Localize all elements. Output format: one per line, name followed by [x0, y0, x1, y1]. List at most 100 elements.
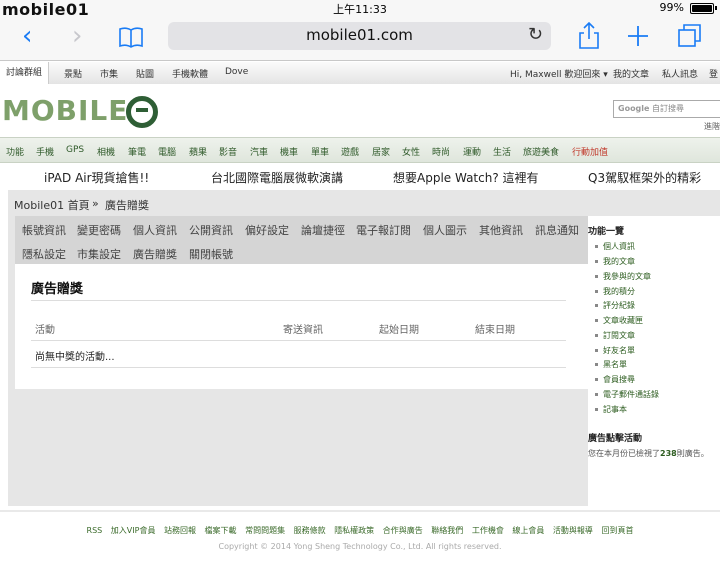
- tab-forum-shortcuts[interactable]: 論壇捷徑: [301, 222, 345, 238]
- tab-avatar[interactable]: 個人圖示: [423, 222, 467, 238]
- advanced-search-link[interactable]: 進階: [704, 121, 720, 132]
- category-item[interactable]: 手機: [36, 145, 54, 158]
- status-time: 上午11:33: [333, 3, 387, 16]
- sidebar-item[interactable]: 文章收藏匣: [595, 315, 643, 326]
- column-header-activity: 活動: [35, 325, 55, 336]
- private-messages-link[interactable]: 私人訊息: [662, 67, 698, 80]
- tab-privacy[interactable]: 隱私設定: [22, 246, 66, 262]
- sidebar-item[interactable]: 訂閱文章: [595, 330, 635, 341]
- tab-other-info[interactable]: 其他資訊: [479, 222, 523, 238]
- site-logo[interactable]: MOBILE: [2, 94, 128, 127]
- category-item[interactable]: 影音: [219, 145, 237, 158]
- sidebar-item[interactable]: 個人資訊: [595, 241, 635, 252]
- tab-newsletter[interactable]: 電子報訂閱: [356, 222, 411, 238]
- tab-personal-info[interactable]: 個人資訊: [133, 222, 177, 238]
- breadcrumb-home[interactable]: Mobile01 首頁: [14, 197, 90, 213]
- user-menu[interactable]: Hi, Maxwell 歡迎回來 ▾: [510, 67, 608, 80]
- category-item[interactable]: 遊戲: [341, 145, 359, 158]
- sidebar-item[interactable]: 黑名單: [595, 359, 627, 370]
- breadcrumb: Mobile01 首頁 » 廣告贈獎: [8, 190, 720, 216]
- battery-icon: [690, 3, 717, 14]
- tab-ad-rewards[interactable]: 廣告贈獎: [133, 246, 177, 262]
- category-item[interactable]: 功能: [6, 145, 24, 158]
- sidebar-item[interactable]: 好友名單: [595, 345, 635, 356]
- browser-toolbar: ‹ › mobile01.com ↻: [0, 16, 720, 61]
- category-item[interactable]: GPS: [66, 145, 84, 155]
- category-item[interactable]: 蘋果: [189, 145, 207, 158]
- status-bar: mobile01 上午11:33 99%: [0, 0, 720, 19]
- category-item[interactable]: 女性: [402, 145, 420, 158]
- category-item[interactable]: 相機: [97, 145, 115, 158]
- tab-market-settings[interactable]: 市集設定: [77, 246, 121, 262]
- tab-change-password[interactable]: 變更密碼: [77, 222, 121, 238]
- tab-public-info[interactable]: 公開資訊: [189, 222, 233, 238]
- sidebar-item[interactable]: 會員搜尋: [595, 374, 635, 385]
- topnav-market[interactable]: 市集: [100, 67, 118, 80]
- promo-link[interactable]: Q3駕馭框架外的精彩: [588, 169, 701, 186]
- divider: [31, 367, 566, 368]
- tabs-icon[interactable]: [677, 23, 703, 49]
- category-item[interactable]: 生活: [493, 145, 511, 158]
- breadcrumb-separator: »: [92, 197, 99, 210]
- category-item[interactable]: 筆電: [128, 145, 146, 158]
- category-item[interactable]: 電腦: [158, 145, 176, 158]
- column-header-shipping: 寄送資訊: [283, 325, 323, 336]
- footer-link[interactable]: 常問問題集: [245, 526, 285, 535]
- reload-icon[interactable]: ↻: [528, 24, 543, 45]
- forward-icon[interactable]: ›: [72, 21, 82, 51]
- footer-link[interactable]: 站務回報: [164, 526, 196, 535]
- sidebar-item[interactable]: 我參與的文章: [595, 271, 651, 282]
- footer-link[interactable]: 服務條款: [294, 526, 326, 535]
- sidebar-item[interactable]: 我的積分: [595, 286, 635, 297]
- topnav-pics[interactable]: 貼圖: [136, 67, 154, 80]
- divider: [31, 340, 566, 341]
- url-bar[interactable]: mobile01.com ↻: [168, 22, 551, 50]
- promo-link[interactable]: 想要Apple Watch? 這裡有: [393, 169, 539, 186]
- topnav-spots[interactable]: 景點: [64, 67, 82, 80]
- search-input[interactable]: Google 自訂搜尋: [613, 100, 720, 118]
- footer-link[interactable]: 合作與廣告: [383, 526, 423, 535]
- category-item[interactable]: 時尚: [432, 145, 450, 158]
- add-tab-icon[interactable]: [627, 25, 649, 47]
- footer-link[interactable]: 聯絡我們: [431, 526, 463, 535]
- tab-preferences[interactable]: 偏好設定: [245, 222, 289, 238]
- promo-link[interactable]: iPAD Air現貨搶售!!: [44, 169, 149, 186]
- back-icon[interactable]: ‹: [22, 21, 32, 51]
- tab-account-info[interactable]: 帳號資訊: [22, 222, 66, 238]
- bookmarks-icon[interactable]: [118, 26, 144, 48]
- search-brand: Google: [618, 104, 650, 113]
- tab-notifications[interactable]: 訊息通知: [535, 222, 579, 238]
- sidebar-item[interactable]: 記事本: [595, 404, 627, 415]
- tab-close-account[interactable]: 關閉帳號: [189, 246, 233, 262]
- column-header-start-date: 起始日期: [379, 325, 419, 336]
- promo-link[interactable]: 台北國際電腦展微軟演講: [211, 169, 343, 186]
- category-item[interactable]: 旅遊美食: [523, 145, 559, 158]
- footer-link[interactable]: 工作機會: [472, 526, 504, 535]
- footer-link[interactable]: 檔案下載: [205, 526, 237, 535]
- category-item[interactable]: 單車: [311, 145, 329, 158]
- footer-link[interactable]: 回到頁首: [601, 526, 633, 535]
- login-link[interactable]: 登: [709, 67, 718, 80]
- header-logo-row: MOBILE Google 自訂搜尋 進階: [0, 84, 720, 136]
- topnav-dove[interactable]: Dove: [225, 67, 248, 77]
- topnav-apps[interactable]: 手機軟體: [172, 67, 208, 80]
- footer-link[interactable]: 線上會員: [512, 526, 544, 535]
- topnav-forum[interactable]: 討論群組: [0, 62, 50, 84]
- sidebar-item[interactable]: 電子郵件通話錄: [595, 389, 659, 400]
- footer-link[interactable]: 活動與報導: [553, 526, 593, 535]
- ad-click-note: 您在本月份已檢視了238則廣告。: [588, 449, 709, 458]
- share-icon[interactable]: [578, 22, 600, 50]
- category-item[interactable]: 運動: [463, 145, 481, 158]
- sidebar-item[interactable]: 評分紀錄: [595, 300, 635, 311]
- footer-link[interactable]: 加入VIP會員: [111, 526, 156, 535]
- category-item-highlight[interactable]: 行動加值: [572, 145, 608, 158]
- category-item[interactable]: 居家: [372, 145, 390, 158]
- footer-link[interactable]: RSS: [87, 526, 103, 535]
- empty-state-text: 尚無中獎的活動...: [35, 352, 115, 363]
- category-item[interactable]: 機車: [280, 145, 298, 158]
- footer-divider: [0, 510, 720, 512]
- category-item[interactable]: 汽車: [250, 145, 268, 158]
- my-articles-link[interactable]: 我的文章: [613, 67, 649, 80]
- footer-link[interactable]: 隱私權政策: [334, 526, 374, 535]
- sidebar-item[interactable]: 我的文章: [595, 256, 635, 267]
